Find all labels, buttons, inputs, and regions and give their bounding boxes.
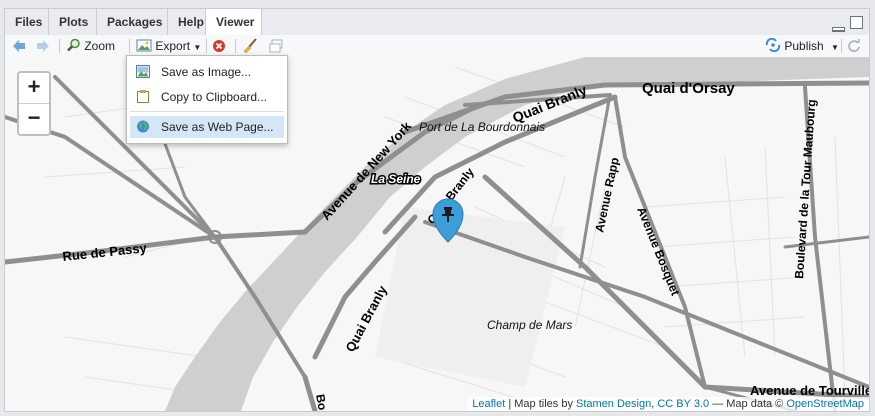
globe-icon: [137, 120, 149, 133]
label-la-seine: La Seine: [371, 172, 421, 186]
window-controls: [830, 16, 863, 32]
chevron-down-icon: ▼: [831, 43, 839, 52]
tab-files[interactable]: Files: [5, 9, 49, 35]
publish-button[interactable]: Publish ▼: [765, 37, 839, 55]
openstreetmap-link[interactable]: OpenStreetMap: [786, 398, 864, 410]
clear-viewer-button[interactable]: [212, 37, 226, 55]
minimize-pane-icon[interactable]: [831, 27, 845, 32]
clear-all-button[interactable]: [242, 37, 258, 55]
label-champ-de-mars: Champ de Mars: [487, 318, 572, 332]
attribution-text-2: — Map data ©: [709, 398, 787, 410]
tab-plots[interactable]: Plots: [49, 9, 97, 35]
back-arrow-icon: [13, 40, 25, 52]
menu-item-label: Save as Web Page...: [161, 120, 274, 134]
refresh-icon: [848, 39, 860, 52]
zoom-in-button[interactable]: +: [19, 73, 49, 104]
back-button[interactable]: [11, 37, 27, 55]
chevron-down-icon: ▼: [193, 43, 202, 52]
remove-icon: [213, 40, 225, 52]
forward-arrow-icon: [37, 40, 49, 52]
tab-bar: Files Plots Packages Help Viewer: [5, 9, 869, 36]
menu-item-copy-to-clipboard[interactable]: Copy to Clipboard...: [130, 86, 284, 108]
image-icon: [136, 65, 150, 78]
label-quai-orsay: Quai d'Orsay: [642, 80, 735, 97]
export-button[interactable]: Export ▼: [136, 37, 201, 55]
zoom-control: + −: [17, 71, 51, 136]
stamen-link[interactable]: Stamen Design: [576, 398, 651, 410]
label-avenue-tourville: Avenue de Tourville: [750, 383, 869, 398]
map-attribution: Leaflet | Map tiles by Stamen Design, CC…: [467, 397, 869, 411]
menu-item-label: Copy to Clipboard...: [161, 90, 268, 104]
publish-label: Publish: [784, 39, 824, 53]
tab-packages[interactable]: Packages: [97, 9, 168, 35]
maximize-pane-icon[interactable]: [850, 16, 863, 29]
label-bottom-partial: Bo: [313, 393, 330, 411]
clipboard-icon: [137, 90, 149, 103]
menu-item-save-as-image[interactable]: Save as Image...: [130, 61, 284, 83]
zoom-out-button[interactable]: −: [19, 104, 49, 134]
cc-by-link[interactable]: CC BY 3.0: [657, 398, 709, 410]
broom-icon: [243, 38, 257, 54]
zoom-button[interactable]: Zoom: [67, 37, 115, 55]
forward-button[interactable]: [35, 37, 51, 55]
new-window-button[interactable]: [268, 37, 284, 55]
tab-viewer[interactable]: Viewer: [206, 9, 262, 36]
publish-icon: [765, 37, 781, 53]
menu-item-save-as-web-page[interactable]: Save as Web Page...: [130, 116, 284, 138]
export-label: Export: [155, 39, 191, 53]
refresh-button[interactable]: [847, 37, 861, 55]
tab-help[interactable]: Help: [168, 9, 206, 35]
leaflet-link[interactable]: Leaflet: [472, 398, 505, 410]
magnifier-icon: [67, 38, 80, 52]
zoom-label: Zoom: [84, 39, 116, 53]
export-menu: Save as Image... Copy to Clipboard... Sa…: [126, 55, 288, 144]
menu-item-label: Save as Image...: [161, 65, 252, 79]
export-image-icon: [136, 39, 152, 52]
attribution-text-1: | Map tiles by: [505, 398, 577, 410]
popout-window-icon: [269, 39, 283, 53]
label-port-bourdonnais: Port de La Bourdonnais: [419, 120, 545, 134]
